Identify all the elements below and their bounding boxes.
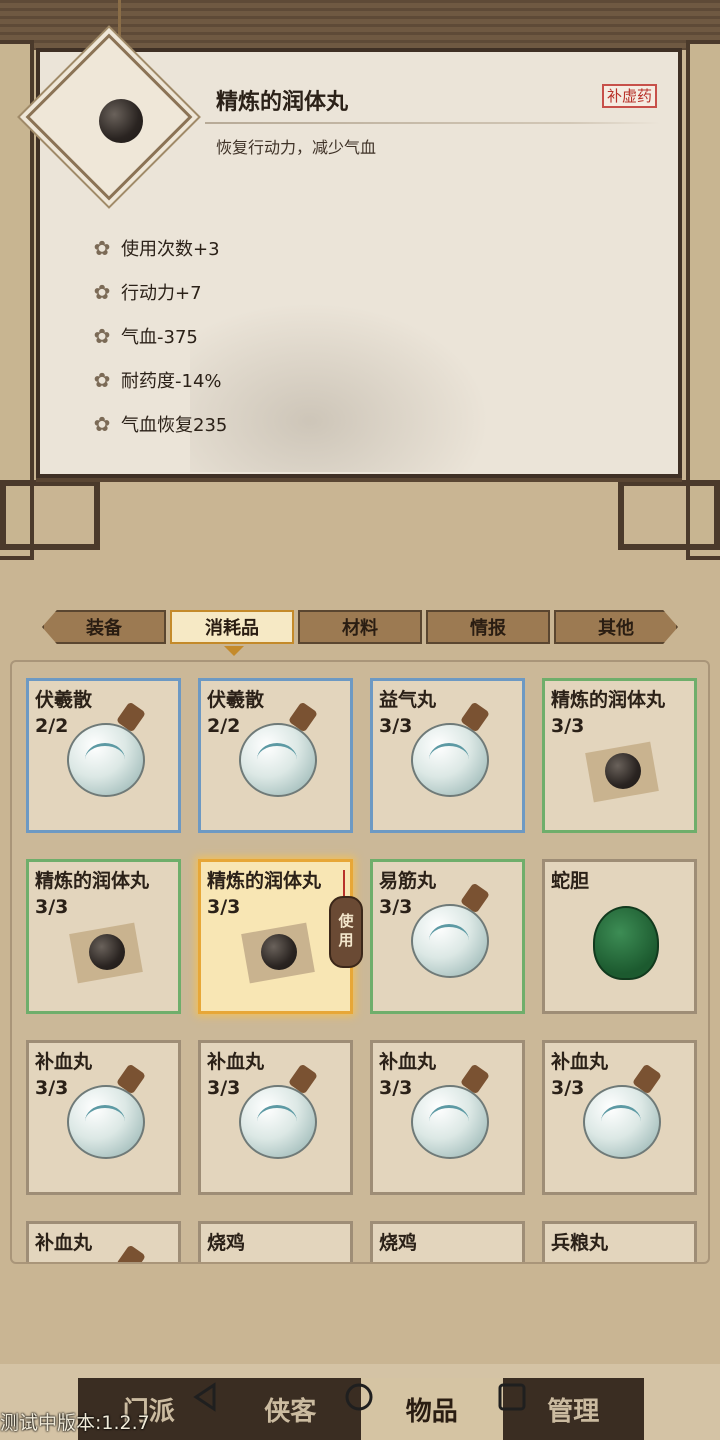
item-slot[interactable]: 烧鸡 — [198, 1221, 353, 1262]
item-count: 3/3 — [379, 896, 413, 918]
item-slot[interactable]: 兵粮丸 — [542, 1221, 697, 1262]
inventory-tabs: 装备 消耗品 材料 情报 其他 — [40, 610, 680, 646]
pill-icon — [583, 741, 663, 803]
nav-items[interactable]: 物品 — [361, 1378, 503, 1440]
use-tag-string — [343, 870, 345, 898]
item-name: 精炼的润体丸 — [207, 870, 322, 892]
bottle-icon — [67, 1085, 145, 1159]
flower-icon: ✿ — [93, 324, 111, 348]
item-name: 补血丸 — [35, 1232, 93, 1254]
item-slot[interactable]: 易筋丸 3/3 — [370, 859, 525, 1014]
item-title: 精炼的润体丸 — [216, 90, 349, 115]
stat-text: 耐药度-14% — [121, 371, 222, 392]
bottle-icon — [67, 723, 145, 797]
item-slot[interactable]: 补血丸 3/3 — [370, 1040, 525, 1195]
item-stats-list: ✿ 使用次数+3 ✿ 行动力+7 ✿ 气血-375 ✿ 耐药度-14% ✿ 气血恢复235 — [92, 226, 228, 446]
bottle-icon — [583, 1085, 661, 1159]
item-count: 3/3 — [35, 896, 69, 918]
item-count: 3/3 — [379, 1077, 413, 1099]
item-slot[interactable]: 益气丸 3/3 — [370, 678, 525, 833]
item-name: 伏羲散 — [35, 689, 93, 711]
pill-icon — [99, 99, 143, 143]
stat-row: ✿ 耐药度-14% — [92, 358, 227, 402]
gall-icon — [593, 906, 659, 980]
version-label: 测试中版本:1.2.7 — [0, 1412, 150, 1434]
ink-mountain-decoration — [190, 302, 490, 472]
stat-row: ✿ 行动力+7 — [92, 270, 227, 314]
item-name: 补血丸 — [35, 1051, 93, 1073]
item-slot[interactable]: 补血丸 3/3 — [26, 1040, 181, 1195]
stat-row: ✿ 气血恢复235 — [92, 402, 228, 446]
item-name: 补血丸 — [207, 1051, 265, 1073]
item-name: 烧鸡 — [379, 1232, 418, 1254]
flower-icon: ✿ — [93, 280, 111, 304]
item-slot[interactable]: 烧鸡 — [370, 1221, 525, 1262]
lattice-left — [0, 480, 100, 550]
bottle-icon — [411, 723, 489, 797]
item-count: 3/3 — [379, 715, 413, 737]
tab-equipment[interactable]: 装备 — [42, 610, 166, 644]
item-name: 补血丸 — [379, 1051, 437, 1073]
item-slot[interactable]: 精炼的润体丸 3/3 — [26, 859, 181, 1014]
item-slot[interactable]: 精炼的润体丸 3/3 使用 — [198, 859, 363, 1014]
item-name: 精炼的润体丸 — [35, 870, 150, 892]
inventory-grid-container[interactable]: 伏羲散 2/2 伏羲散 2/2 益气丸 3/3 精炼的润体丸 3/3 精炼的润体丸 3/3 精炼的润… — [10, 660, 710, 1264]
inventory-grid: 伏羲散 2/2 伏羲散 2/2 益气丸 3/3 精炼的润体丸 3/3 精炼的润体丸 3/3 精炼的润… — [26, 678, 697, 1262]
use-button[interactable]: 使用 — [329, 896, 363, 968]
item-count: 3/3 — [35, 1077, 69, 1099]
tab-intel[interactable]: 情报 — [426, 610, 550, 644]
tab-materials[interactable]: 材料 — [298, 610, 422, 644]
item-name: 易筋丸 — [379, 870, 437, 892]
flower-icon: ✿ — [93, 412, 111, 436]
tab-consumables[interactable]: 消耗品 — [170, 610, 294, 644]
tab-other[interactable]: 其他 — [554, 610, 678, 644]
item-description: 恢复行动力，减少气血 — [216, 138, 377, 157]
item-name: 烧鸡 — [207, 1232, 246, 1254]
back-icon[interactable] — [190, 1382, 220, 1412]
pill-icon — [67, 922, 147, 984]
item-count: 3/3 — [207, 1077, 241, 1099]
item-name: 补血丸 — [551, 1051, 609, 1073]
lattice-right — [618, 480, 720, 550]
item-slot[interactable]: 补血丸 — [26, 1221, 181, 1262]
item-count: 2/2 — [35, 715, 69, 737]
item-slot[interactable]: 补血丸 3/3 — [198, 1040, 353, 1195]
bottle-icon — [411, 904, 489, 978]
stat-text: 行动力+7 — [121, 283, 202, 304]
home-icon[interactable] — [344, 1382, 374, 1412]
item-name: 兵粮丸 — [551, 1232, 609, 1254]
flower-icon: ✿ — [93, 368, 111, 392]
item-category-tag: 补虚药 — [602, 84, 658, 108]
item-count: 2/2 — [207, 715, 241, 737]
stat-text: 使用次数+3 — [121, 239, 220, 260]
stat-text: 气血恢复235 — [121, 415, 228, 436]
stat-row: ✿ 使用次数+3 — [92, 226, 227, 270]
item-count: 3/3 — [207, 896, 241, 918]
active-tab-indicator — [224, 646, 244, 656]
recents-icon[interactable] — [497, 1382, 527, 1412]
stat-row: ✿ 气血-375 — [92, 314, 227, 358]
stat-text: 气血-375 — [121, 327, 198, 348]
item-name: 精炼的润体丸 — [551, 689, 666, 711]
item-count: 3/3 — [551, 1077, 585, 1099]
title-divider — [205, 122, 660, 124]
item-name: 伏羲散 — [207, 689, 265, 711]
item-name: 蛇胆 — [551, 870, 590, 892]
item-slot[interactable]: 补血丸 3/3 — [542, 1040, 697, 1195]
pill-icon — [239, 922, 319, 984]
item-slot[interactable]: 蛇胆 — [542, 859, 697, 1014]
bottle-icon — [239, 723, 317, 797]
flower-icon: ✿ — [93, 236, 111, 260]
bottle-icon — [411, 1085, 489, 1159]
nav-heroes[interactable]: 侠客 — [220, 1378, 362, 1440]
item-name: 益气丸 — [379, 689, 437, 711]
bottle-icon — [239, 1085, 317, 1159]
item-slot[interactable]: 伏羲散 2/2 — [198, 678, 353, 833]
item-count: 3/3 — [551, 715, 585, 737]
item-slot[interactable]: 伏羲散 2/2 — [26, 678, 181, 833]
item-slot[interactable]: 精炼的润体丸 3/3 — [542, 678, 697, 833]
